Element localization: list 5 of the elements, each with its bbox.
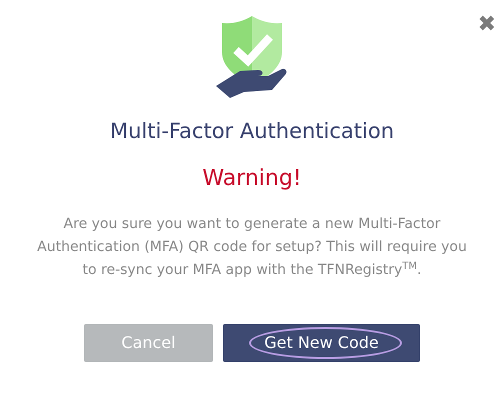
warning-heading: Warning! xyxy=(201,164,303,192)
confirmation-message: Are you sure you want to generate a new Multi-Factor Authentication (MFA) QR code for setup? This will require you to re-sync your MFA app with the TFNRegistry$^{TM}$. xyxy=(36,214,468,280)
dialog-title: Multi-Factor Authentication xyxy=(108,118,396,145)
get-code-button[interactable]: Get New Code xyxy=(223,324,420,362)
close-button[interactable]: ✖ xyxy=(476,14,498,36)
